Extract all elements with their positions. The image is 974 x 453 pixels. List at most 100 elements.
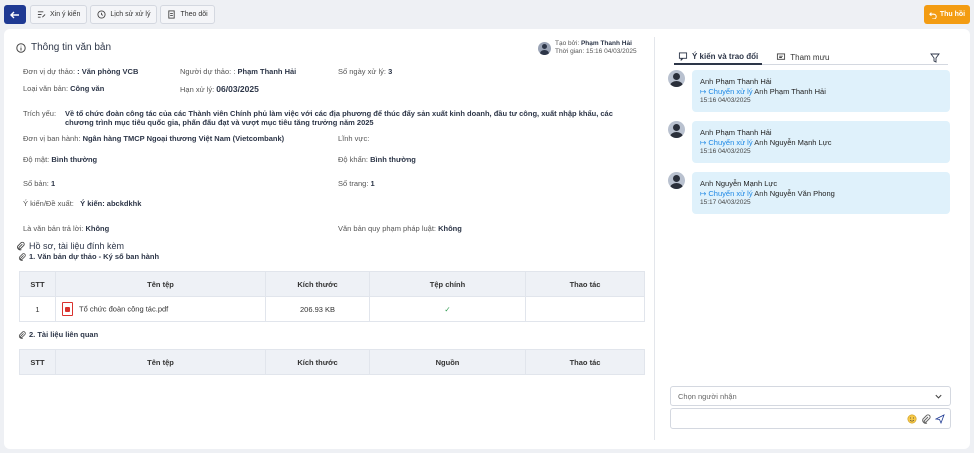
days-value: 3 [388, 67, 393, 76]
back-button[interactable] [4, 5, 26, 24]
comment-prefix: Anh [700, 77, 714, 86]
avatar [668, 70, 685, 87]
issuer-field: Đơn vị ban hành: Ngân hàng TMCP Ngoại th… [23, 134, 284, 143]
urgency-field: Độ khẩn: Bình thường [338, 155, 416, 164]
comment-time: 15:16 04/03/2025 [700, 97, 751, 104]
paperclip-icon [17, 241, 25, 251]
days-field: Số ngày xử lý: 3 [338, 67, 392, 76]
comment-sender: Phạm Thanh Hải [715, 128, 772, 137]
unit-value: : Văn phòng VCB [77, 67, 139, 76]
col-stt: STT [19, 271, 56, 297]
tab-advise-label: Tham mưu [790, 52, 830, 62]
legal-label: Văn bản quy phạm pháp luật: [338, 224, 436, 233]
tab-comments-label: Ý kiến và trao đổi [692, 51, 759, 61]
domain-field: Lĩnh vực: [338, 134, 369, 143]
draft-table: STT Tên tệp Kích thước Tệp chính Thao tá… [19, 271, 645, 322]
comment-bubble: Anh Phạm Thanh Hải ↦ Chuyển xử lý Anh Ng… [692, 121, 950, 163]
drafter-label: Người dự thảo: : [180, 67, 236, 76]
message-icon [777, 52, 786, 60]
reply-label: Là văn bản trả lời: [23, 224, 84, 233]
creator-info: Tạo bởi: Phạm Thanh Hải Thời gian: 15:16… [538, 40, 637, 56]
table-row: 1 Tổ chức đoàn công tác.pdf 206.93 KB ✓ [19, 296, 645, 322]
arrow-left-icon [10, 11, 19, 18]
col-name: Tên tệp [55, 349, 266, 375]
comment-time: 15:17 04/03/2025 [700, 199, 751, 206]
request-opinion-button[interactable]: Xin ý kiến [30, 5, 88, 24]
tab-advise[interactable]: Tham mưu [772, 49, 833, 65]
reply-field: Là văn bản trả lời: Không [23, 224, 109, 233]
paperclip-icon [18, 330, 26, 339]
comment-action: Chuyển xử lý [708, 137, 753, 147]
col-main: Tệp chính [369, 271, 526, 297]
row-file[interactable]: Tổ chức đoàn công tác.pdf [55, 296, 266, 322]
recipient-placeholder: Chọn người nhận [678, 391, 737, 401]
comment-time: 15:16 04/03/2025 [700, 148, 751, 155]
col-stt: STT [19, 349, 56, 375]
col-size: Kích thước [265, 349, 370, 375]
section-title-text: Thông tin văn bản [31, 42, 112, 53]
comment-action: Chuyển xử lý [708, 188, 753, 198]
attach-icon[interactable] [921, 413, 931, 424]
comment-prefix: Anh [700, 179, 714, 188]
comment-recipient: Phạm Thanh Hải [769, 86, 826, 96]
recall-label: Thu hồi [939, 11, 966, 18]
section-title: Thông tin văn bản [16, 42, 111, 53]
creator-avatar [538, 41, 551, 55]
panel-divider [654, 37, 655, 440]
draft-subtitle-text: 1. Văn bản dự thảo - Ký số ban hành [29, 252, 160, 261]
col-source: Nguồn [369, 349, 526, 375]
col-action: Thao tác [525, 271, 645, 297]
send-icon[interactable] [935, 413, 945, 424]
panel-tabs: Ý kiến và trao đổi Tham mưu [674, 49, 948, 65]
toolbar: Xin ý kiến Lịch sử xử lý Theo dõi Thu hồ… [0, 0, 974, 29]
comment-action: Chuyển xử lý [708, 86, 753, 96]
row-main: ✓ [369, 296, 526, 322]
opinion-field: Ý kiến/Đề xuất: Ý kiến: abckdkhk [23, 199, 141, 208]
creator-label: Tạo bởi: [555, 40, 580, 47]
time-label: Thời gian: [555, 48, 585, 55]
row-size: 206.93 KB [265, 296, 370, 322]
issuer-value: Ngân hàng TMCP Ngoại thương Việt Nam (Vi… [82, 134, 285, 143]
type-field: Loại văn bản: Công văn [23, 84, 104, 93]
pdf-icon [62, 302, 73, 316]
filter-icon[interactable] [930, 53, 940, 63]
deadline-value: 06/03/2025 [216, 84, 259, 94]
comment-to-prefix: Anh [754, 137, 768, 147]
emoji-icon[interactable] [907, 414, 917, 424]
summary-label: Trích yếu: [23, 109, 57, 118]
col-action: Thao tác [525, 349, 645, 375]
time-value: 15:16 04/03/2025 [586, 48, 637, 55]
domain-label: Lĩnh vực: [338, 134, 370, 143]
tab-comments[interactable]: Ý kiến và trao đổi [674, 49, 763, 65]
message-input[interactable] [670, 408, 951, 429]
recall-button[interactable]: Thu hồi [924, 5, 970, 24]
row-stt: 1 [19, 296, 56, 322]
legal-field: Văn bản quy phạm pháp luật: Không [338, 224, 462, 233]
comment-to-prefix: Anh [754, 86, 768, 96]
attachments-title: Hồ sơ, tài liệu đính kèm [16, 241, 124, 251]
follow-label: Theo dõi [180, 11, 208, 18]
opinion-value: Ý kiến: abckdkhk [80, 199, 142, 208]
comment-sender: Nguyễn Mạnh Lực [715, 179, 778, 188]
legal-value: Không [438, 224, 462, 233]
comment-recipient: Nguyễn Văn Phong [769, 188, 835, 198]
days-label: Số ngày xử lý: [338, 67, 386, 76]
info-icon [16, 42, 26, 53]
reply-value: Không [85, 224, 110, 233]
follow-button[interactable]: Theo dõi [160, 5, 215, 24]
unit-label: Đơn vị dự thảo: [23, 67, 76, 76]
secret-label: Độ mật: [23, 155, 50, 164]
comment-bubble: Anh Phạm Thanh Hải ↦ Chuyển xử lý Anh Ph… [692, 70, 950, 112]
row-action [525, 296, 645, 322]
copies-field: Số bản: 1 [23, 179, 55, 188]
pages-field: Số trang: 1 [338, 179, 375, 188]
history-button[interactable]: Lịch sử xử lý [90, 5, 158, 24]
forward-icon: ↦ [700, 188, 707, 198]
file-name[interactable]: Tổ chức đoàn công tác.pdf [79, 305, 168, 314]
secret-value: Bình thường [51, 155, 98, 164]
pages-label: Số trang: [338, 179, 369, 188]
comment-to-prefix: Anh [754, 188, 768, 198]
chat-icon [678, 51, 688, 61]
urgency-value: Bình thường [370, 155, 416, 164]
recipient-select[interactable]: Chọn người nhận [670, 386, 951, 406]
